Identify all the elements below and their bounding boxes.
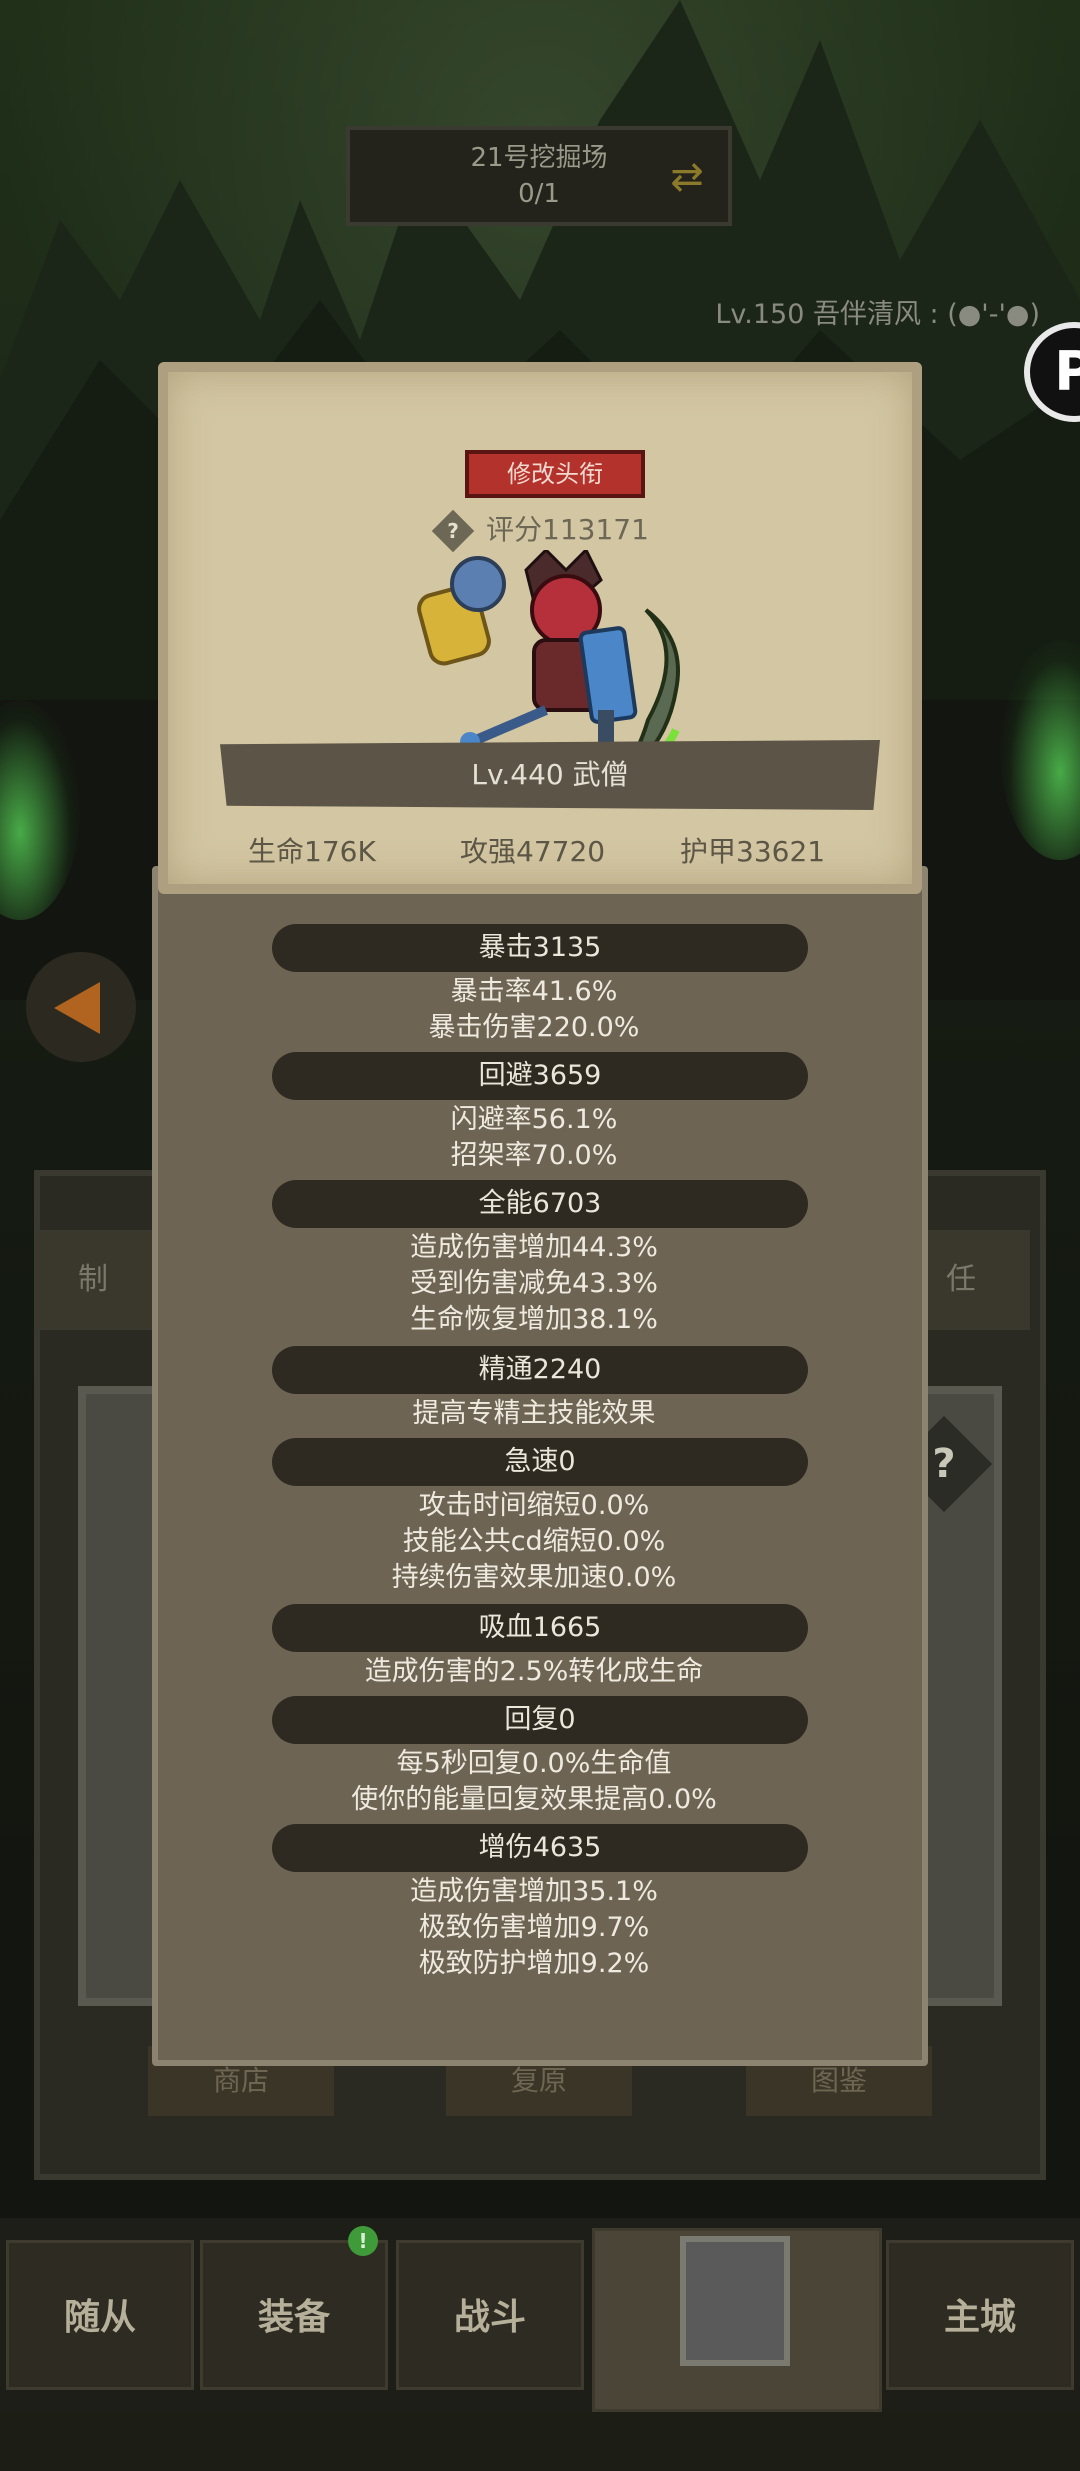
versatility-line: 生命恢复增加38.1% — [410, 1304, 658, 1335]
score-row: ? 评分113171 — [431, 509, 649, 553]
nav-followers[interactable]: 随从 — [6, 2240, 194, 2390]
hp-stat: 生命176K — [248, 835, 376, 868]
damage-bonus-line: 极致防护增加9.2% — [418, 1948, 650, 1979]
nav-main-city[interactable]: 主城 — [886, 2240, 1074, 2390]
damage-bonus-line: 极致伤害增加9.7% — [418, 1912, 650, 1943]
lifesteal-header: 吸血1665 — [272, 1604, 808, 1652]
swap-arrows-icon[interactable]: ⇄ — [664, 154, 710, 200]
versatility-header: 全能6703 — [272, 1180, 808, 1228]
mastery-line: 提高专精主技能效果 — [412, 1398, 656, 1429]
evasion-line: 闪避率56.1% — [450, 1104, 618, 1135]
equipment-badge: ! — [348, 2226, 378, 2256]
haste-header: 急速0 — [272, 1438, 808, 1486]
crit-header: 暴击3135 — [272, 924, 808, 972]
base-stats-row: 生命176K 攻强47720 护甲33621 — [168, 830, 932, 870]
haste-line: 攻击时间缩短0.0% — [418, 1490, 650, 1521]
crit-line: 暴击率41.6% — [450, 976, 618, 1007]
armor-stat: 护甲33621 — [680, 835, 826, 868]
player-tag: Lv.150 吾伴清风 : (●'-'●) — [715, 299, 1040, 330]
damage-bonus-header: 增伤4635 — [272, 1824, 808, 1872]
change-title-button[interactable]: 修改头衔 — [465, 450, 645, 498]
character-stats-modal: 修改头衔 ? 评分113171 Lv.440 武僧 生命176K 攻强47720 … — [152, 346, 928, 2066]
mastery-header: 精通2240 — [272, 1346, 808, 1394]
evasion-header: 回避3659 — [272, 1052, 808, 1100]
damage-bonus-line: 造成伤害增加35.1% — [410, 1876, 658, 1907]
attack-stat: 攻强47720 — [460, 835, 606, 868]
back-arrow-icon[interactable] — [26, 952, 136, 1062]
level-bar: Lv.440 武僧 — [220, 740, 880, 810]
regen-line: 每5秒回复0.0%生命值 — [396, 1748, 672, 1779]
nav-battle[interactable]: 战斗 — [396, 2240, 584, 2390]
dig-site-banner[interactable]: 21号挖掘场 0/1 ⇄ — [346, 126, 732, 226]
score-value: 评分113171 — [486, 513, 649, 546]
haste-line: 持续伤害效果加速0.0% — [391, 1562, 677, 1593]
versatility-line: 造成伤害增加44.3% — [410, 1232, 658, 1263]
regen-header: 回复0 — [272, 1696, 808, 1744]
bottom-nav: 随从 装备 战斗 专业 主城 — [0, 2218, 1080, 2412]
lifesteal-line: 造成伤害的2.5%转化成生命 — [364, 1656, 704, 1687]
evasion-line: 招架率70.0% — [450, 1140, 618, 1171]
nav-equipment[interactable]: 装备 — [200, 2240, 388, 2390]
regen-line: 使你的能量回复效果提高0.0% — [351, 1784, 717, 1815]
haste-line: 技能公共cd缩短0.0% — [402, 1526, 666, 1557]
book-icon — [680, 2236, 790, 2366]
help-icon[interactable]: ? — [431, 509, 475, 553]
character-header-card: 修改头衔 ? 评分113171 Lv.440 武僧 生命176K 攻强47720 … — [158, 362, 922, 894]
crit-line: 暴击伤害220.0% — [428, 1012, 640, 1043]
versatility-line: 受到伤害减免43.3% — [410, 1268, 658, 1299]
